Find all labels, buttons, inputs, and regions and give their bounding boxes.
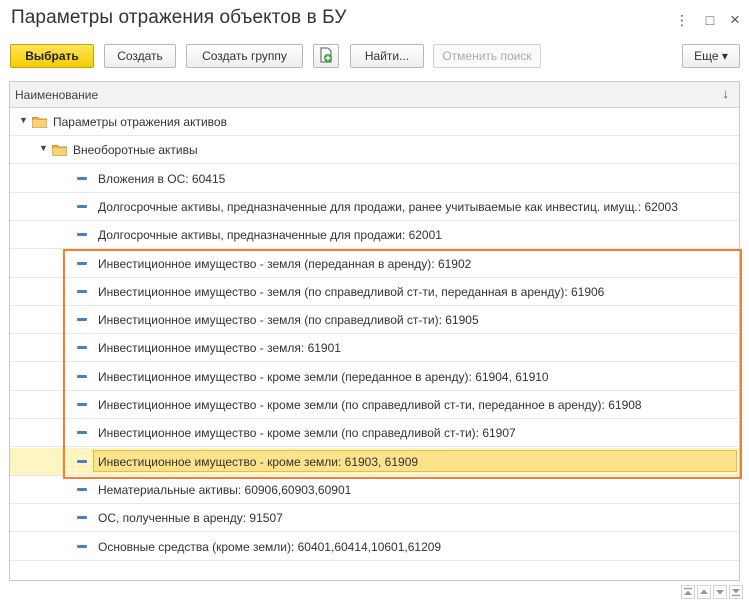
tree-item-row[interactable]: Инвестиционное имущество - земля: 61901 bbox=[10, 334, 739, 363]
item-marker-icon bbox=[77, 374, 87, 378]
item-marker-icon bbox=[77, 289, 87, 293]
find-button[interactable]: Найти... bbox=[350, 44, 424, 68]
item-marker-icon bbox=[77, 403, 87, 406]
cancel-search-button[interactable]: Отменить поиск bbox=[433, 44, 541, 68]
select-button[interactable]: Выбрать bbox=[10, 44, 94, 68]
scroll-up-button[interactable] bbox=[697, 585, 711, 599]
window-titlebar: Параметры отражения объектов в БУ ⋮ □ × bbox=[0, 0, 749, 40]
tree-item-row[interactable]: Долгосрочные активы, предназначенные для… bbox=[10, 193, 739, 221]
tree-row-label: Инвестиционное имущество - земля (переда… bbox=[98, 256, 472, 271]
tree-row-label: Нематериальные активы: 60906,60903,60901 bbox=[98, 482, 352, 497]
scroll-down-icon bbox=[716, 590, 724, 595]
folder-open-icon bbox=[32, 117, 47, 128]
column-header-label: Наименование bbox=[15, 88, 99, 102]
item-marker-icon bbox=[77, 176, 87, 180]
item-marker-icon bbox=[77, 516, 87, 520]
tree-row-label: Инвестиционное имущество - кроме земли (… bbox=[98, 426, 516, 441]
tree-row-label: ОС, полученные в аренду: 91507 bbox=[98, 511, 283, 526]
tree-row-label: Инвестиционное имущество - земля (по спр… bbox=[98, 313, 479, 328]
item-marker-icon bbox=[77, 431, 87, 435]
tree-item-row[interactable]: Вложения в ОС: 60415 bbox=[10, 165, 739, 193]
tree-item-row[interactable]: Нематериальные активы: 60906,60903,60901 bbox=[10, 476, 739, 504]
folder-icon bbox=[52, 145, 67, 157]
scroll-bottom-icon bbox=[732, 589, 740, 596]
scroll-up-icon bbox=[700, 589, 708, 594]
tree-item-row[interactable]: Инвестиционное имущество - кроме земли (… bbox=[10, 391, 739, 419]
tree-item-row[interactable]: Инвестиционное имущество - земля (по спр… bbox=[10, 306, 739, 335]
tree-row-label: Инвестиционное имущество - кроме земли (… bbox=[98, 398, 642, 412]
create-button[interactable]: Создать bbox=[104, 44, 176, 68]
item-marker-icon bbox=[77, 318, 87, 322]
close-icon[interactable]: × bbox=[725, 10, 745, 30]
scroll-top-icon bbox=[684, 588, 692, 595]
scroll-to-bottom-button[interactable] bbox=[729, 585, 743, 599]
tree-row-label: Инвестиционное имущество - кроме земли: … bbox=[98, 454, 419, 469]
tree-row-label: Вложения в ОС: 60415 bbox=[98, 171, 226, 186]
tree-item-row[interactable]: Инвестиционное имущество - кроме земли (… bbox=[10, 363, 739, 391]
tree-row-label: Внеоборотные активы bbox=[73, 143, 198, 158]
tree-group-row[interactable]: ▼ Внеоборотные активы bbox=[10, 136, 739, 165]
scroll-to-top-button[interactable] bbox=[681, 585, 695, 599]
tree-row-label: Инвестиционное имущество - кроме земли (… bbox=[98, 369, 549, 384]
tree-item-row[interactable]: Инвестиционное имущество - земля (по спр… bbox=[10, 278, 739, 306]
more-button[interactable]: Еще ▾ bbox=[682, 44, 740, 68]
maximize-icon[interactable]: □ bbox=[700, 10, 720, 30]
collapse-chevron-icon[interactable]: ▼ bbox=[39, 143, 48, 153]
item-marker-icon bbox=[77, 487, 87, 491]
collapse-chevron-icon[interactable]: ▼ bbox=[19, 115, 28, 125]
tree-row-label: Долгосрочные активы, предназначенные для… bbox=[98, 199, 678, 214]
window-menu-icon[interactable]: ⋮ bbox=[672, 10, 692, 30]
command-bar: Выбрать Создать Создать группу Найти... … bbox=[0, 40, 749, 74]
tree-row-label: Основные средства (кроме земли): 60401,6… bbox=[98, 539, 442, 554]
tree-item-row[interactable]: Основные средства (кроме земли): 60401,6… bbox=[10, 533, 739, 561]
tree-list[interactable]: Наименование ↓ ▼ Параметры отражения акти… bbox=[9, 81, 740, 581]
scroll-down-button[interactable] bbox=[713, 585, 727, 599]
tree-item-row[interactable]: Инвестиционное имущество - кроме земли: … bbox=[10, 447, 739, 476]
item-marker-icon bbox=[77, 233, 87, 237]
copy-button[interactable] bbox=[313, 44, 339, 68]
tree-item-row[interactable]: Инвестиционное имущество - кроме земли (… bbox=[10, 419, 739, 448]
create-group-button[interactable]: Создать группу bbox=[186, 44, 303, 68]
tree-row-label: Инвестиционное имущество - земля: 61901 bbox=[98, 341, 341, 356]
item-marker-icon bbox=[77, 204, 87, 208]
item-marker-icon bbox=[77, 459, 87, 463]
item-marker-icon bbox=[77, 261, 87, 265]
column-header-name[interactable]: Наименование ↓ bbox=[10, 82, 739, 108]
item-marker-icon bbox=[77, 544, 87, 548]
add-copy-icon bbox=[320, 47, 332, 63]
tree-item-row[interactable]: ОС, полученные в аренду: 91507 bbox=[10, 504, 739, 533]
tree-item-row[interactable]: Инвестиционное имущество - земля (переда… bbox=[10, 250, 739, 278]
tree-row-label: Инвестиционное имущество - земля (по спр… bbox=[98, 284, 605, 299]
sort-arrow-icon[interactable]: ↓ bbox=[723, 86, 730, 101]
tree-item-row[interactable]: Долгосрочные активы, предназначенные для… bbox=[10, 221, 739, 250]
window-title: Параметры отражения объектов в БУ bbox=[11, 7, 347, 28]
tree-row-label: Параметры отражения активов bbox=[53, 115, 227, 129]
tree-group-row[interactable]: ▼ Параметры отражения активов bbox=[10, 108, 739, 136]
item-marker-icon bbox=[77, 346, 87, 350]
tree-row-label: Долгосрочные активы, предназначенные для… bbox=[98, 228, 442, 243]
